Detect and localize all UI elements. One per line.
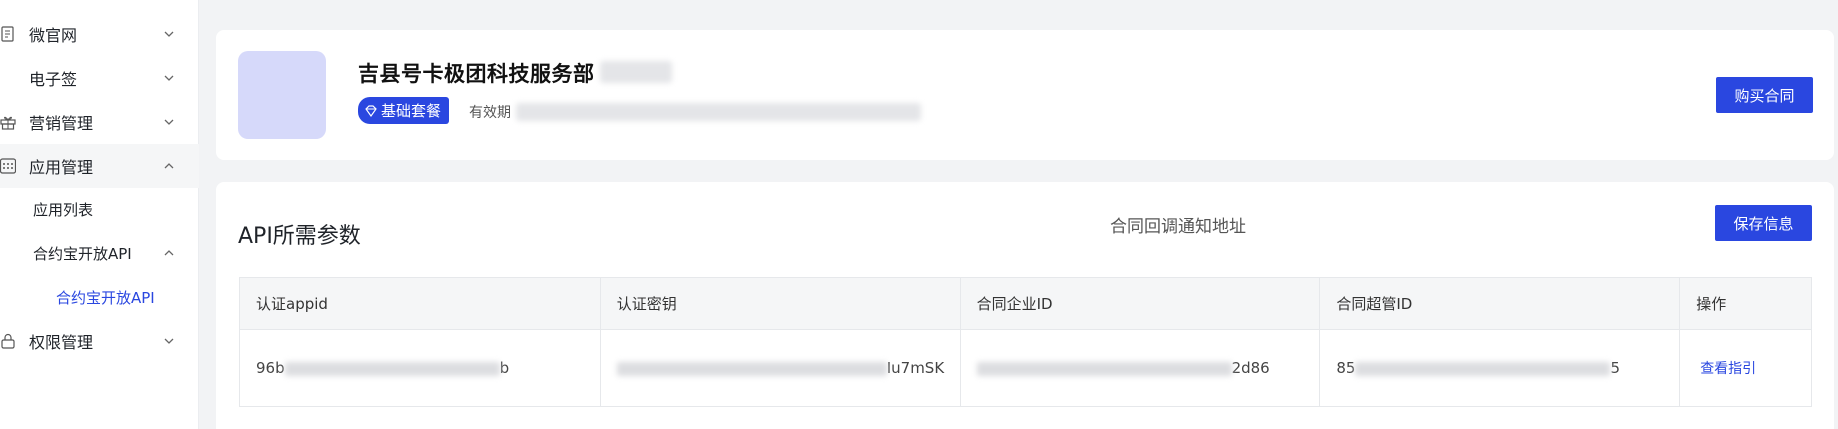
package-badge-label: 基础套餐 xyxy=(381,102,442,120)
sidebar-item-micro-site[interactable]: 微官网 xyxy=(0,12,199,56)
admin-id-start: 85 xyxy=(1336,359,1356,377)
sidebar: 微官网 电子签 营销管理 应用管理 应用列表 合约宝开放API 合约宝开放API… xyxy=(0,0,199,429)
company-card xyxy=(216,30,1834,160)
buy-contract-button[interactable]: 购买合同 xyxy=(1716,77,1813,113)
sidebar-sub-item-app-list[interactable]: 应用列表 xyxy=(33,189,93,229)
appid-end: b xyxy=(499,359,510,377)
column-header: 认证密钥 xyxy=(599,277,961,330)
document-icon xyxy=(1,26,14,42)
column-header: 合同超管ID xyxy=(1319,277,1681,330)
sidebar-sub-item-label: 合约宝开放API xyxy=(33,244,132,263)
corp-id-cell: 2d86 xyxy=(959,329,1321,407)
sidebar-sub-item-label: 合约宝开放API xyxy=(56,288,155,307)
sidebar-item-label: 营销管理 xyxy=(29,114,94,133)
column-header: 操作 xyxy=(1679,277,1812,330)
save-info-button[interactable]: 保存信息 xyxy=(1715,205,1812,241)
secret-cell: Iu7mSK xyxy=(599,329,961,407)
api-params-table: 认证appid 认证密钥 合同企业ID 合同超管ID 操作 96b b Iu7mS… xyxy=(239,277,1812,407)
company-logo xyxy=(238,51,326,139)
sidebar-item-label: 应用管理 xyxy=(29,158,94,177)
chevron-down-icon xyxy=(164,75,174,81)
top-strip xyxy=(199,0,1838,12)
chevron-up-icon xyxy=(164,163,174,169)
callback-url-label: 合同回调通知地址 xyxy=(1110,217,1246,237)
chevron-down-icon xyxy=(164,338,174,344)
appid-start: 96b xyxy=(256,359,285,377)
section-title: API所需参数 xyxy=(238,224,361,249)
diamond-icon xyxy=(365,104,377,117)
column-header: 合同企业ID xyxy=(959,277,1321,330)
grid-icon xyxy=(0,158,16,174)
redacted-text xyxy=(600,61,672,83)
sidebar-item-label: 电子签 xyxy=(29,70,78,89)
corp-id-end: 2d86 xyxy=(1231,359,1270,377)
redacted-value xyxy=(976,361,1232,376)
secret-end: Iu7mSK xyxy=(886,359,945,377)
sidebar-item-marketing[interactable]: 营销管理 xyxy=(0,100,199,144)
column-header: 认证appid xyxy=(239,277,601,330)
sidebar-sub-group-contract-api[interactable]: 合约宝开放API xyxy=(33,233,183,273)
chevron-up-icon xyxy=(164,250,174,256)
admin-id-cell: 85 5 xyxy=(1319,329,1681,407)
admin-id-end: 5 xyxy=(1610,359,1621,377)
table-header-row: 认证appid 认证密钥 合同企业ID 合同超管ID 操作 xyxy=(239,277,1812,330)
redacted-validity xyxy=(516,103,921,121)
view-guide-link[interactable]: 查看指引 xyxy=(1679,329,1812,407)
sidebar-sub-item-contract-api[interactable]: 合约宝开放API xyxy=(56,277,155,317)
sidebar-item-e-sign[interactable]: 电子签 xyxy=(0,56,199,100)
sidebar-item-permissions[interactable]: 权限管理 xyxy=(0,319,199,363)
redacted-value xyxy=(616,361,887,376)
lock-icon xyxy=(1,333,15,349)
company-name: 吉县号卡极团科技服务部 xyxy=(358,62,595,86)
redacted-value xyxy=(1355,361,1611,376)
table-row: 96b b Iu7mSK 2d86 85 5 查看指引 xyxy=(239,329,1812,407)
appid-cell: 96b b xyxy=(239,329,601,407)
gift-icon xyxy=(0,116,16,130)
validity-label: 有效期 xyxy=(469,105,511,121)
sidebar-item-label: 微官网 xyxy=(29,26,78,45)
sidebar-item-app-management[interactable]: 应用管理 xyxy=(0,144,199,188)
sidebar-item-label: 权限管理 xyxy=(29,333,94,352)
chevron-down-icon xyxy=(164,119,174,125)
package-badge: 基础套餐 xyxy=(358,97,450,124)
sidebar-sub-item-label: 应用列表 xyxy=(33,200,94,219)
chevron-down-icon xyxy=(164,31,174,37)
redacted-value xyxy=(284,361,500,376)
